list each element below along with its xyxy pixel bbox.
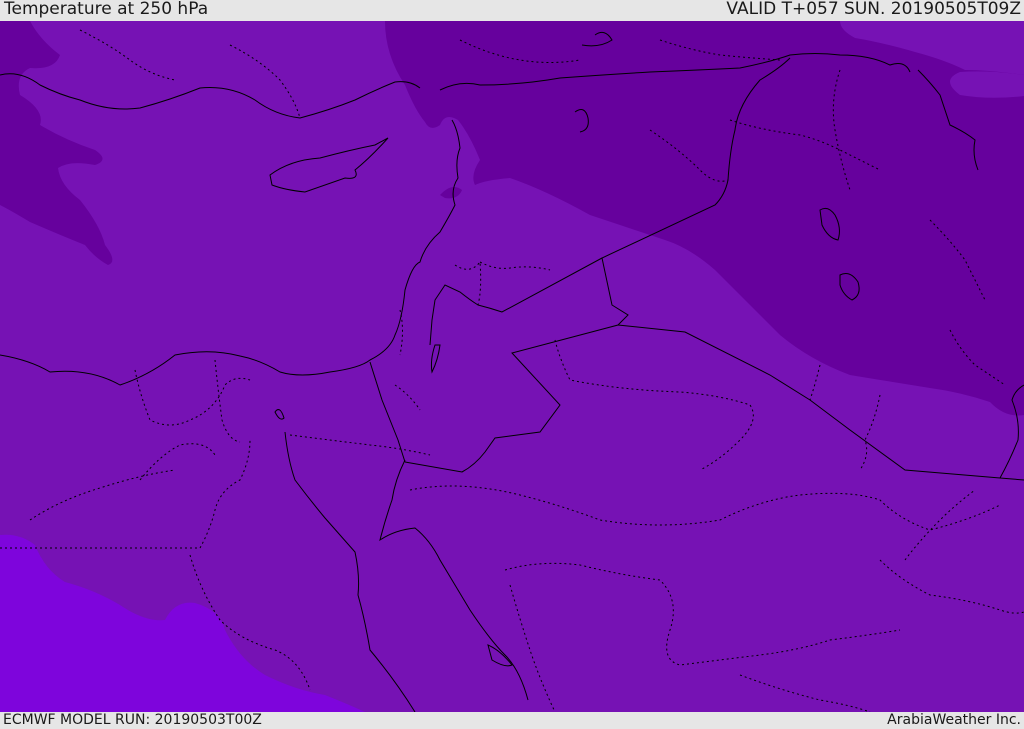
model-run-label: ECMWF MODEL RUN: 20190503T00Z <box>3 712 262 728</box>
map-canvas <box>0 21 1024 712</box>
header-bar: Temperature at 250 hPa VALID T+057 SUN. … <box>0 0 1024 21</box>
credit-label: ArabiaWeather Inc. <box>887 712 1021 728</box>
valid-time: VALID T+057 SUN. 20190505T09Z <box>726 0 1021 19</box>
map-svg <box>0 21 1024 712</box>
map-title: Temperature at 250 hPa <box>4 0 209 19</box>
footer-bar: ECMWF MODEL RUN: 20190503T00Z ArabiaWeat… <box>0 712 1024 729</box>
